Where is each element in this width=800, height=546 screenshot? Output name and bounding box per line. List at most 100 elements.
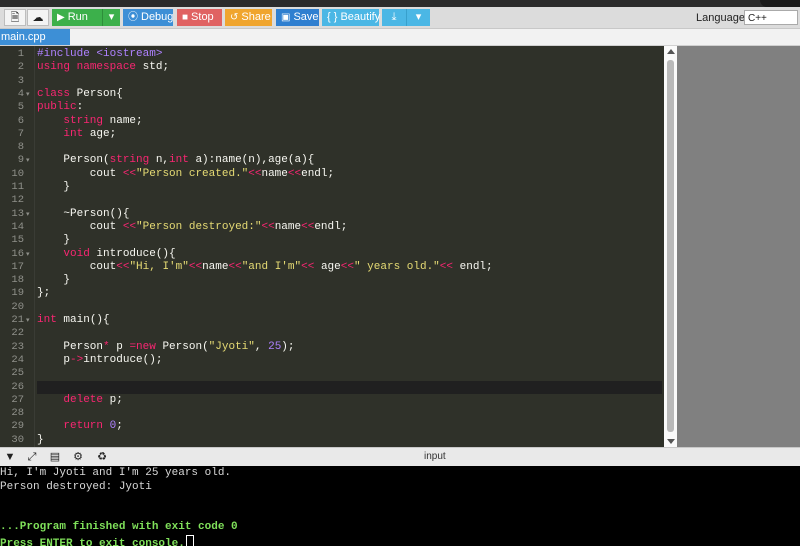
share-icon: ↺	[230, 12, 239, 23]
file-tab-bar: main.cpp	[0, 29, 800, 46]
console-cursor	[185, 534, 194, 546]
code-line[interactable]: }	[37, 181, 662, 194]
code-line[interactable]: void introduce(){	[37, 248, 662, 261]
line-number-gutter: 1 2 3 4 ▾ 5 6 7 8 9 ▾ 10 11 12 13 ▾ 14 15 16 ▾ 17 18 19 20 21 ▾ 22…	[0, 46, 35, 447]
scrollbar-thumb[interactable]	[667, 60, 674, 432]
editor-scrollbar[interactable]	[664, 46, 677, 447]
run-button[interactable]: ▶ Run	[52, 9, 102, 26]
code-line[interactable]: public:	[37, 101, 662, 114]
save-button[interactable]: ▣ Save	[276, 9, 319, 26]
broom-icon[interactable]: ♻	[95, 450, 109, 464]
download-options-dropdown[interactable]: ▾	[406, 9, 430, 26]
window-top-strip	[0, 0, 800, 7]
fold-toggle-icon[interactable]: ▾	[26, 314, 30, 327]
code-line[interactable]	[37, 194, 662, 207]
line-number: 1	[17, 48, 24, 60]
code-editor[interactable]: 1 2 3 4 ▾ 5 6 7 8 9 ▾ 10 11 12 13 ▾ 14 15 16 ▾ 17 18 19 20 21 ▾ 22…	[0, 46, 677, 447]
upload-button[interactable]: ☁	[27, 9, 49, 26]
code-line[interactable]: Person* p =new Person("Jyoti", 25);	[37, 341, 662, 354]
beautify-button[interactable]: { } Beautify	[322, 9, 380, 26]
line-number: 6	[17, 114, 24, 127]
line-number: 11	[11, 181, 24, 193]
chevron-down-icon[interactable]: ▼	[3, 450, 17, 464]
line-number: 16	[11, 247, 24, 260]
code-line[interactable]: return 0;	[37, 420, 662, 433]
code-line[interactable]: cout <<"Person destroyed:"<<name<<endl;	[37, 221, 662, 234]
line-number: 12	[11, 194, 24, 207]
language-label: Language	[696, 12, 745, 24]
code-line[interactable]: cout <<"Person created."<<name<<endl;	[37, 168, 662, 181]
cloud-upload-icon: ☁	[32, 12, 44, 24]
code-line[interactable]: delete p;	[37, 394, 662, 407]
fold-toggle-icon[interactable]: ▾	[26, 154, 30, 167]
line-number: 10	[11, 167, 24, 180]
line-number: 15	[11, 234, 24, 247]
line-number: 25	[11, 367, 24, 380]
code-line[interactable]	[37, 380, 662, 394]
new-file-button[interactable]: 🗎	[4, 9, 26, 26]
chevron-down-icon: ▾	[415, 11, 422, 23]
stop-icon: ■	[182, 12, 189, 23]
play-icon: ▶	[57, 12, 65, 23]
input-tab-label[interactable]: input	[424, 451, 446, 462]
share-label: Share	[241, 11, 271, 23]
line-number: 5	[17, 101, 24, 114]
expand-icon[interactable]: ⤢	[25, 450, 39, 464]
line-number: 30	[11, 433, 24, 446]
window-corner	[760, 0, 800, 7]
copy-icon[interactable]: ▤	[48, 450, 62, 464]
file-icon: 🗎	[10, 12, 20, 24]
code-line[interactable]	[37, 141, 662, 154]
code-line[interactable]: int age;	[37, 128, 662, 141]
run-options-dropdown[interactable]: ▾	[102, 9, 120, 26]
share-button[interactable]: ↺ Share	[225, 9, 272, 26]
scroll-down-icon[interactable]	[667, 439, 675, 444]
code-line[interactable]: string name;	[37, 115, 662, 128]
side-panel	[677, 46, 800, 447]
code-line[interactable]: Person(string n,int a):name(n),age(a){	[37, 154, 662, 167]
gear-icon[interactable]: ⚙	[71, 450, 85, 464]
console-line: Press ENTER to exit console.	[0, 534, 194, 546]
console-line: ...Program finished with exit code 0	[0, 521, 238, 533]
code-line[interactable]	[37, 75, 662, 88]
code-line[interactable]: }	[37, 274, 662, 287]
code-line[interactable]	[37, 301, 662, 314]
debug-button[interactable]: ⦿ Debug	[123, 9, 173, 26]
chevron-down-icon: ▾	[108, 11, 115, 23]
code-line[interactable]: }	[37, 434, 662, 447]
download-icon: ⤓	[391, 11, 397, 23]
code-line[interactable]: #include <iostream>	[37, 48, 662, 61]
code-line[interactable]	[37, 327, 662, 340]
code-line[interactable]	[37, 407, 662, 420]
code-line[interactable]: };	[37, 287, 662, 300]
line-number: 8	[17, 141, 24, 154]
line-number: 28	[11, 407, 24, 420]
toolbar: 🗎 ☁ ▶ Run ▾ ⦿ Debug ■ Stop ↺ Share ▣ Save { }…	[0, 7, 800, 29]
code-line[interactable]: }	[37, 234, 662, 247]
code-line[interactable]: cout<<"Hi, I'm"<<name<<"and I'm"<< age<<…	[37, 261, 662, 274]
line-number: 19	[11, 287, 24, 300]
line-number: 22	[11, 327, 24, 340]
fold-toggle-icon[interactable]: ▾	[26, 208, 30, 221]
stop-button[interactable]: ■ Stop	[177, 9, 222, 26]
code-line[interactable]: class Person{	[37, 88, 662, 101]
line-number: 7	[17, 127, 24, 140]
line-number: 26	[11, 380, 24, 393]
code-line[interactable]	[37, 367, 662, 380]
output-console[interactable]: Hi, I'm Jyoti and I'm 25 years old. Perso…	[0, 466, 800, 546]
code-line[interactable]: p->introduce();	[37, 354, 662, 367]
code-line[interactable]: int main(){	[37, 314, 662, 327]
debug-label: Debug	[141, 11, 174, 23]
code-line[interactable]: using namespace std;	[37, 61, 662, 74]
line-number: 23	[11, 340, 24, 353]
language-select[interactable]: C++	[744, 10, 798, 25]
download-button[interactable]: ⤓	[382, 9, 406, 26]
fold-toggle-icon[interactable]: ▾	[26, 88, 30, 101]
floppy-icon: ▣	[281, 12, 291, 23]
scroll-up-icon[interactable]	[667, 49, 675, 54]
target-icon: ⦿	[128, 12, 138, 23]
code-line[interactable]: ~Person(){	[37, 208, 662, 221]
line-number: 21	[11, 314, 24, 326]
tab-main-cpp[interactable]: main.cpp	[0, 29, 70, 45]
fold-toggle-icon[interactable]: ▾	[26, 248, 30, 261]
